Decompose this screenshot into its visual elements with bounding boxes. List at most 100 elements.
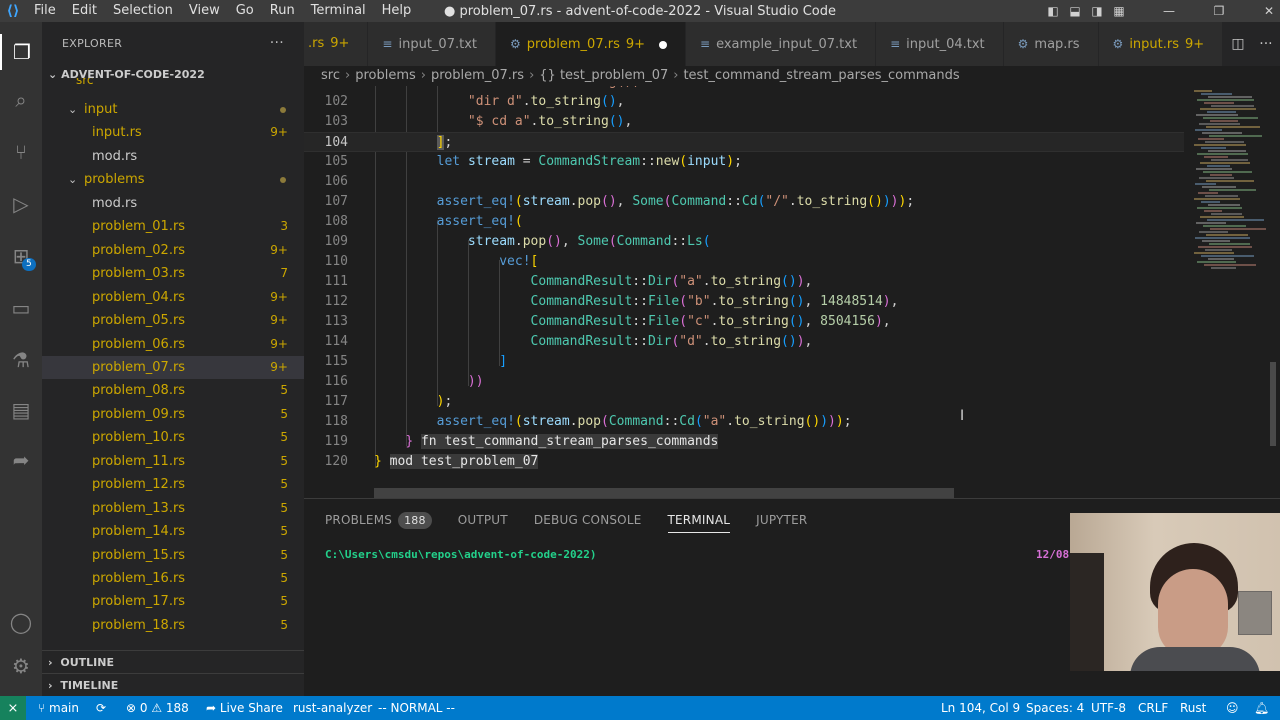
customize-layout-icon[interactable]: ▦ — [1108, 4, 1130, 18]
breadcrumb-item[interactable]: {} test_problem_07 — [539, 68, 668, 83]
code-line: 112 CommandResult::File("b".to_string(),… — [304, 292, 1184, 312]
tab-output[interactable]: OUTPUT — [458, 507, 508, 533]
tab-debug-console[interactable]: DEBUG CONSOLE — [534, 507, 642, 533]
toggle-panel-icon[interactable]: ⬓ — [1064, 4, 1086, 18]
code-editor[interactable]: ng(), 102 "dir d".to_string(), 103 "$ cd… — [304, 86, 1280, 498]
tree-file[interactable]: problem_15.rs 5 — [42, 544, 304, 567]
tree-file[interactable]: mod.rs — [42, 145, 304, 168]
line-number: 120 — [324, 454, 348, 469]
explorer-more-actions[interactable]: ··· — [270, 35, 284, 51]
tree-file[interactable]: problem_12.rs 5 — [42, 473, 304, 496]
accounts-icon[interactable]: ◯ — [0, 604, 42, 640]
breadcrumb-item[interactable]: problem_07.rs — [431, 68, 524, 83]
minimap-line — [1210, 120, 1238, 122]
notebook-icon[interactable]: ▤ — [0, 392, 42, 428]
editor-tab[interactable]: ≡ input_04.txt — [876, 22, 1004, 66]
remote-explorer-icon[interactable]: ▭ — [0, 290, 42, 326]
minimap-line — [1199, 231, 1228, 233]
run-debug-icon[interactable]: ▷ — [0, 186, 42, 222]
tab-label: map.rs — [1034, 37, 1080, 52]
notifications-icon[interactable]: 🔔︎ — [1254, 696, 1269, 720]
tree-file[interactable]: problem_13.rs 5 — [42, 497, 304, 520]
editor-tab[interactable]: ≡ input_07.txt — [368, 22, 496, 66]
menu-help[interactable]: Help — [374, 0, 420, 22]
editor-tab[interactable]: ≡ example_input_07.txt — [686, 22, 877, 66]
explorer-icon[interactable]: ❐ — [0, 34, 42, 70]
encoding[interactable]: UTF-8 — [1091, 696, 1126, 720]
extensions-icon[interactable]: ⊞ 5 — [0, 238, 42, 274]
editor-tab[interactable]: ⚙ problem_07.rs 9+ — [496, 22, 687, 66]
tree-file[interactable]: problem_04.rs 9+ — [42, 286, 304, 309]
problems-item[interactable]: ⊗ 0 ⚠ 188 — [126, 696, 189, 720]
tab-label: problem_07.rs — [526, 37, 620, 52]
breadcrumb-item[interactable]: src — [321, 68, 340, 83]
testing-icon[interactable]: ⚗ — [0, 342, 42, 378]
tree-file[interactable]: input.rs 9+ — [42, 121, 304, 144]
partial-folder-src[interactable]: src — [76, 78, 94, 88]
cursor-position[interactable]: Ln 104, Col 9 — [941, 696, 1020, 720]
indentation[interactable]: Spaces: 4 — [1026, 696, 1084, 720]
manage-gear-icon[interactable]: ⚙ — [0, 648, 42, 684]
tree-file[interactable]: mod.rs — [42, 192, 304, 215]
tab-terminal[interactable]: TERMINAL — [667, 507, 731, 533]
tab-problems[interactable]: PROBLEMS 188 — [325, 507, 432, 533]
tree-file[interactable]: problem_11.rs 5 — [42, 450, 304, 473]
breadcrumb-item[interactable]: test_command_stream_parses_commands — [683, 68, 959, 83]
tree-file[interactable]: problem_10.rs 5 — [42, 426, 304, 449]
tree-file[interactable]: problem_16.rs 5 — [42, 567, 304, 590]
menu-file[interactable]: File — [26, 0, 64, 22]
tree-file[interactable]: problem_02.rs 9+ — [42, 239, 304, 262]
menu-terminal[interactable]: Terminal — [303, 0, 374, 22]
toggle-sidebar-icon[interactable]: ◧ — [1042, 4, 1064, 18]
menu-run[interactable]: Run — [262, 0, 303, 22]
menu-go[interactable]: Go — [228, 0, 262, 22]
language-mode[interactable]: Rust — [1180, 696, 1206, 720]
minimize-button[interactable]: — — [1158, 4, 1180, 18]
outline-section[interactable]: › OUTLINE — [42, 650, 304, 673]
line-ending[interactable]: CRLF — [1138, 696, 1168, 720]
editor-tab[interactable]: .rs 9+ — [304, 22, 369, 66]
tree-file[interactable]: problem_01.rs 3 — [42, 215, 304, 238]
search-icon[interactable]: ⌕ — [0, 82, 42, 118]
live-share-icon[interactable]: ➦ — [0, 442, 42, 478]
tree-file[interactable]: problem_09.rs 5 — [42, 403, 304, 426]
live-share-item[interactable]: ➦ Live Share — [206, 696, 283, 720]
vertical-scrollbar[interactable] — [1266, 86, 1280, 498]
branch-item[interactable]: ⑂ main — [38, 696, 79, 720]
menu-selection[interactable]: Selection — [105, 0, 181, 22]
tree-file[interactable]: problem_07.rs 9+ — [42, 355, 304, 379]
tab-jupyter[interactable]: JUPYTER — [756, 507, 807, 533]
more-actions-icon[interactable]: ··· — [1259, 36, 1272, 52]
minimap-line — [1202, 186, 1236, 188]
editor-tab[interactable]: ⚙ map.rs — [1003, 22, 1099, 66]
feedback-icon[interactable]: ☺ — [1226, 696, 1239, 720]
toggle-secondary-sidebar-icon[interactable]: ◨ — [1086, 4, 1108, 18]
timeline-section[interactable]: › TIMELINE — [42, 673, 304, 696]
editor-tab[interactable]: ⚙ input.rs 9+ — [1098, 22, 1224, 66]
tree-file[interactable]: problem_06.rs 9+ — [42, 333, 304, 356]
unsaved-dot-icon[interactable] — [659, 40, 668, 49]
tree-file[interactable]: problem_18.rs 5 — [42, 614, 304, 637]
tree-folder[interactable]: ⌄ problems — [42, 168, 304, 191]
tree-file[interactable]: problem_05.rs 9+ — [42, 309, 304, 332]
menu-view[interactable]: View — [181, 0, 228, 22]
restore-button[interactable]: ❐ — [1208, 4, 1230, 18]
tree-file[interactable]: problem_14.rs 5 — [42, 520, 304, 543]
breadcrumb-item[interactable]: problems — [355, 68, 416, 83]
rust-analyzer-item[interactable]: rust-analyzer — [293, 696, 372, 720]
menu-edit[interactable]: Edit — [64, 0, 105, 22]
minimap-line — [1204, 210, 1222, 212]
split-editor-icon[interactable]: ◫ — [1231, 36, 1244, 52]
close-window-button[interactable]: ✕ — [1258, 4, 1280, 18]
minimap-line — [1204, 102, 1234, 104]
remote-indicator-icon[interactable]: ⨯ — [0, 696, 26, 720]
sync-icon[interactable]: ⟳ — [96, 696, 106, 720]
tree-file[interactable]: problem_17.rs 5 — [42, 590, 304, 613]
horizontal-scrollbar[interactable] — [374, 488, 954, 498]
source-control-icon[interactable]: ⑂ — [0, 134, 42, 170]
terminal-prompt[interactable]: C:\Users\cmsdu\repos\advent-of-code-2022… — [325, 548, 597, 561]
tree-folder[interactable]: ⌄ input — [42, 98, 304, 121]
tree-file[interactable]: problem_03.rs 7 — [42, 262, 304, 285]
tree-file[interactable]: problem_08.rs 5 — [42, 379, 304, 402]
minimap-line — [1209, 135, 1262, 137]
